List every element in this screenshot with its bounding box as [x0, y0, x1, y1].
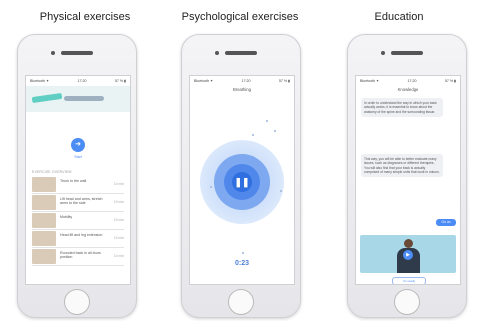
status-bar: Bluetooth ✦ 17:20 57 % ▮: [26, 76, 130, 85]
status-battery: 57 % ▮: [444, 78, 456, 83]
particle-dot: [266, 120, 268, 122]
reply-bubble[interactable]: Go on: [436, 219, 456, 226]
phone-education: Bluetooth ✦ 17:20 57 % ▮ Knowledge In or…: [347, 34, 467, 318]
speaker-slot: [61, 51, 93, 55]
particle-dot: [274, 130, 276, 132]
exercise-item[interactable]: Rounded back in all-fours position 10 mi…: [32, 248, 124, 266]
exercise-illustration: [26, 86, 130, 112]
status-time: 17:20: [407, 78, 417, 83]
particle-dot: [252, 134, 254, 136]
exercise-name: Mobility: [60, 215, 73, 219]
home-button[interactable]: [394, 289, 420, 315]
chat-bubble: This way, you will be able to better eva…: [361, 154, 443, 178]
caption-education: Education: [374, 11, 424, 23]
particle-dot: [242, 252, 244, 254]
particle-dot: [280, 190, 282, 192]
exercise-duration: 10 min: [113, 218, 124, 222]
status-bar: Bluetooth ✦ 17:20 57 % ▮: [356, 76, 460, 85]
start-label: Start: [74, 155, 82, 159]
presenter-head: [404, 239, 413, 248]
phone-physical: Bluetooth ✦ 17:20 57 % ▮ ➜ Start EXERCIS…: [17, 34, 137, 318]
exercise-name: Head lift and leg extension: [60, 233, 103, 237]
exercise-name: Trunk to the wall: [60, 179, 87, 183]
caption-physical: Physical exercises: [39, 11, 131, 23]
speaker-slot: [391, 51, 423, 55]
exercise-item[interactable]: Lift head and arms, stretch arms to the …: [32, 194, 124, 212]
exercise-duration: 10 min: [113, 182, 124, 186]
speaker-slot: [225, 51, 257, 55]
pause-button[interactable]: ❚❚: [232, 172, 252, 192]
particle-dot: [210, 186, 212, 188]
exercise-thumbnail: [32, 177, 56, 192]
exercise-item[interactable]: Mobility 10 min: [32, 212, 124, 230]
status-bar: Bluetooth ✦ 17:20 57 % ▮: [190, 76, 294, 85]
exercise-thumbnail: [32, 213, 56, 228]
person-figure: [64, 96, 104, 101]
home-button[interactable]: [228, 289, 254, 315]
screen-psychological: Bluetooth ✦ 17:20 57 % ▮ Breathing ❚❚ 0:…: [189, 75, 295, 285]
camera-dot: [381, 51, 385, 55]
exercise-duration: 10 min: [113, 254, 124, 258]
exercise-list-heading: EXERCISE OVERVIEW: [32, 170, 72, 174]
screen-education: Bluetooth ✦ 17:20 57 % ▮ Knowledge In or…: [355, 75, 461, 285]
video-thumbnail[interactable]: ▶: [360, 235, 456, 273]
home-button[interactable]: [64, 289, 90, 315]
yoga-mat: [31, 92, 63, 104]
exercise-thumbnail: [32, 195, 56, 210]
status-battery: 57 % ▮: [278, 78, 290, 83]
camera-dot: [51, 51, 55, 55]
answer-button[interactable]: I'm ready: [392, 277, 426, 284]
start-button[interactable]: ➜: [71, 138, 85, 152]
exercise-duration: 10 min: [113, 236, 124, 240]
caption-psychological: Psychological exercises: [181, 11, 299, 23]
exercise-duration: 10 min: [113, 200, 124, 204]
video-play-icon[interactable]: ▶: [403, 250, 413, 260]
breathing-timer: 0:23: [234, 260, 249, 267]
status-time: 17:20: [77, 78, 87, 83]
exercise-name: Rounded back in all-fours position: [60, 251, 101, 260]
status-left: Bluetooth ✦: [30, 78, 50, 83]
screen-title: Knowledge: [397, 87, 419, 92]
status-left: Bluetooth ✦: [194, 78, 214, 83]
status-left: Bluetooth ✦: [360, 78, 380, 83]
exercise-item[interactable]: Trunk to the wall 10 min: [32, 176, 124, 194]
exercise-item[interactable]: Head lift and leg extension 10 min: [32, 230, 124, 248]
phone-psychological: Bluetooth ✦ 17:20 57 % ▮ Breathing ❚❚ 0:…: [181, 34, 301, 318]
status-time: 17:20: [241, 78, 251, 83]
chat-bubble: In order to understand the way in which …: [361, 98, 443, 117]
exercise-thumbnail: [32, 231, 56, 246]
camera-dot: [215, 51, 219, 55]
status-battery: 57 % ▮: [114, 78, 126, 83]
exercise-name: Lift head and arms, stretch arms to the …: [60, 197, 103, 206]
exercise-thumbnail: [32, 249, 56, 264]
screen-title: Breathing: [233, 87, 251, 92]
screen-physical: Bluetooth ✦ 17:20 57 % ▮ ➜ Start EXERCIS…: [25, 75, 131, 285]
